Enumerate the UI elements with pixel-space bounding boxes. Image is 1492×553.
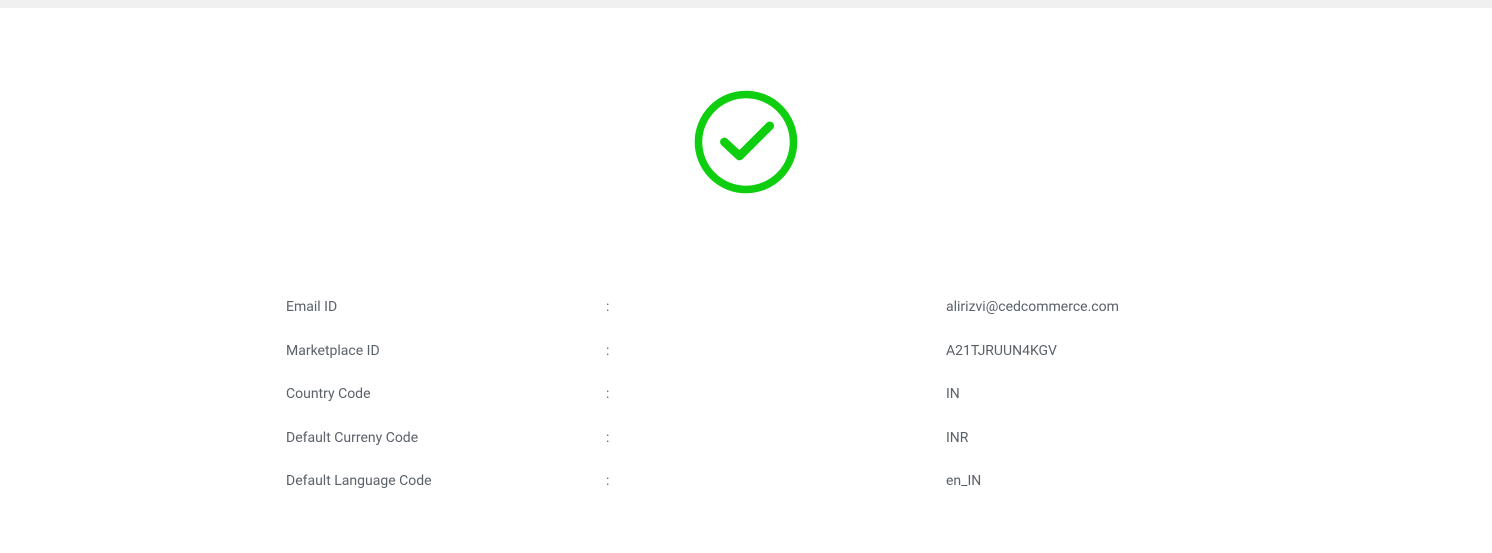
separator: : bbox=[606, 429, 946, 449]
label-country-code: Country Code bbox=[266, 385, 606, 405]
label-marketplace-id: Marketplace ID bbox=[266, 342, 606, 362]
success-icon-container bbox=[0, 88, 1492, 196]
separator: : bbox=[606, 472, 946, 492]
value-language-code: en_IN bbox=[946, 472, 1226, 492]
value-currency-code: INR bbox=[946, 429, 1226, 449]
separator: : bbox=[606, 385, 946, 405]
detail-row-country: Country Code : IN bbox=[266, 373, 1226, 417]
main-content: Email ID : alirizvi@cedcommerce.com Mark… bbox=[0, 8, 1492, 504]
value-country-code: IN bbox=[946, 385, 1226, 405]
label-currency-code: Default Curreny Code bbox=[266, 429, 606, 449]
details-table: Email ID : alirizvi@cedcommerce.com Mark… bbox=[246, 286, 1246, 504]
label-language-code: Default Language Code bbox=[266, 472, 606, 492]
detail-row-email: Email ID : alirizvi@cedcommerce.com bbox=[266, 286, 1226, 330]
separator: : bbox=[606, 298, 946, 318]
label-email-id: Email ID bbox=[266, 298, 606, 318]
success-check-icon bbox=[692, 88, 800, 196]
value-email-id: alirizvi@cedcommerce.com bbox=[946, 298, 1226, 318]
separator: : bbox=[606, 342, 946, 362]
detail-row-marketplace: Marketplace ID : A21TJRUUN4KGV bbox=[266, 330, 1226, 374]
value-marketplace-id: A21TJRUUN4KGV bbox=[946, 342, 1226, 362]
detail-row-language: Default Language Code : en_IN bbox=[266, 460, 1226, 504]
detail-row-currency: Default Curreny Code : INR bbox=[266, 417, 1226, 461]
top-divider bbox=[0, 0, 1492, 8]
